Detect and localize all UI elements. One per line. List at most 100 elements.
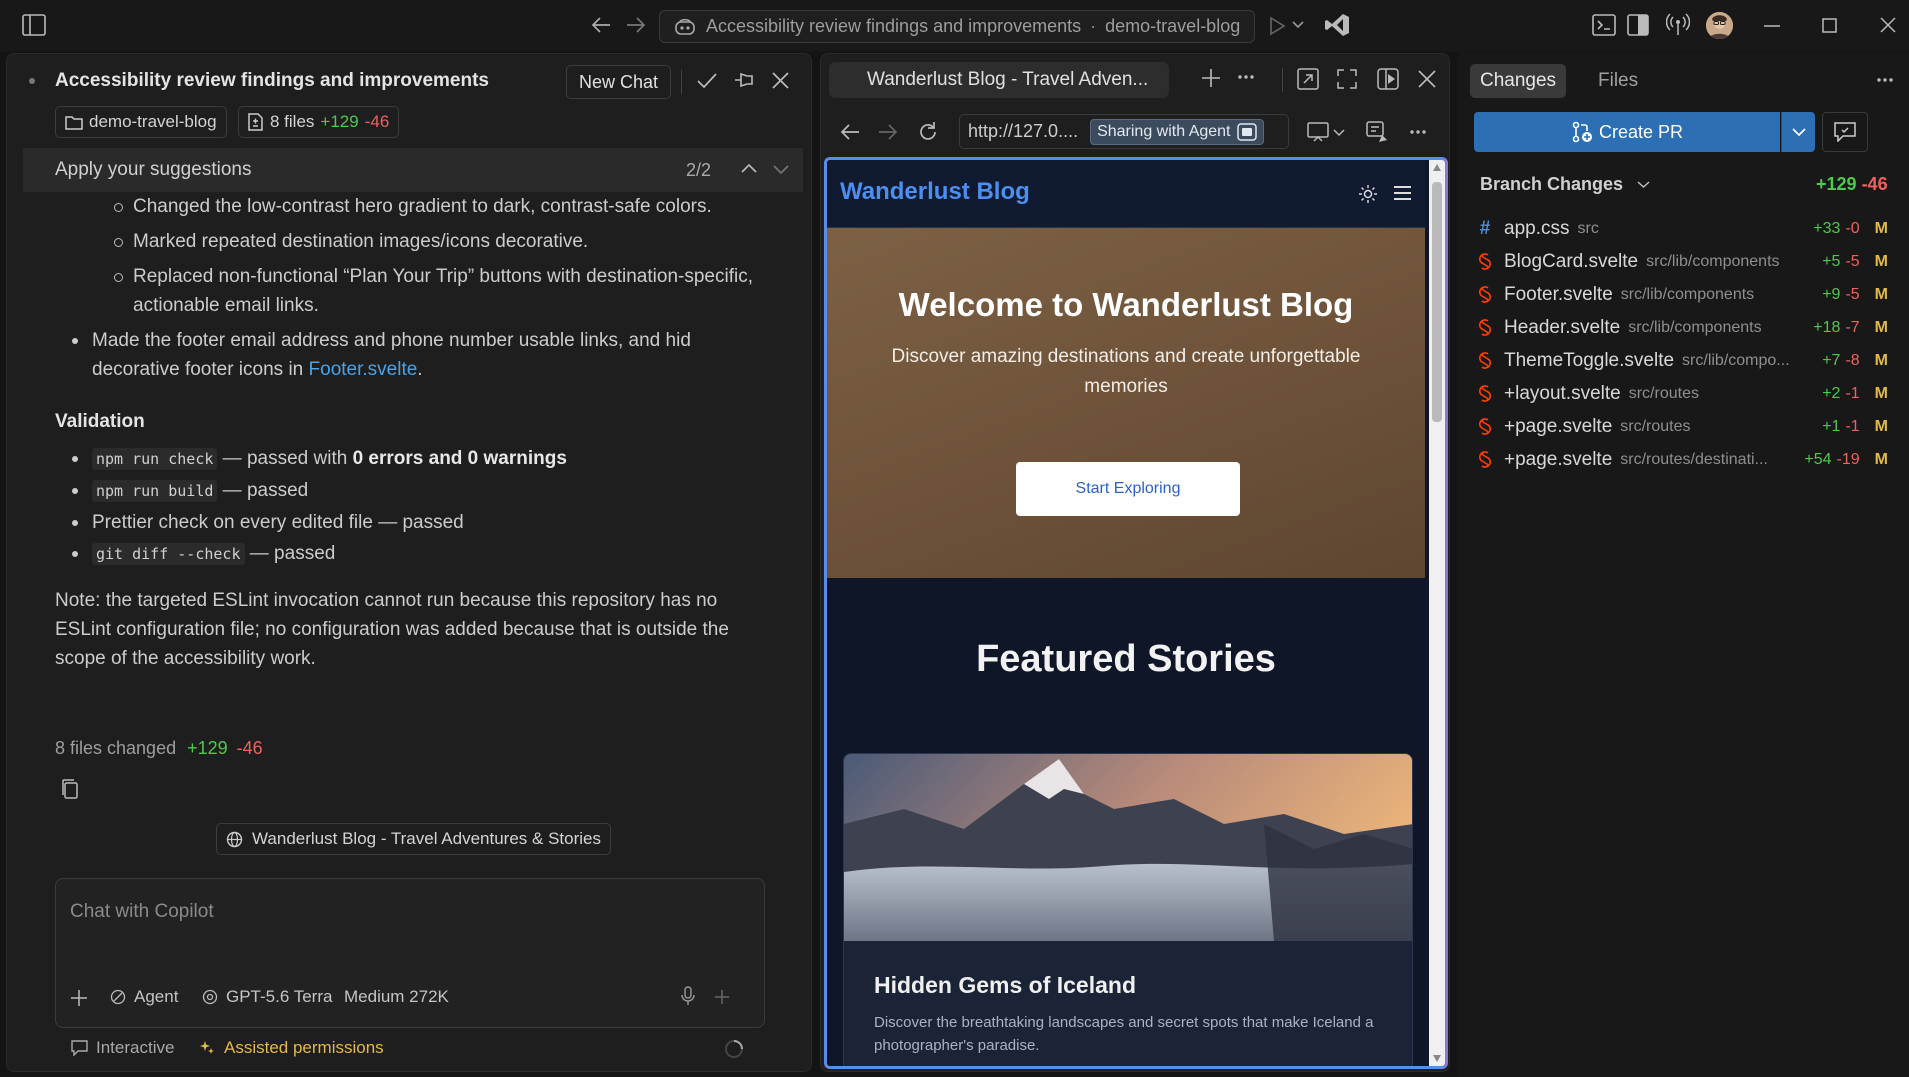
new-chat-button[interactable]: New Chat (566, 65, 672, 99)
start-exploring-button[interactable]: Start Exploring (1016, 462, 1240, 516)
changed-file-row[interactable]: Footer.svelte src/lib/components +9 -5 M (1478, 278, 1888, 311)
scroll-down-icon[interactable] (1433, 1055, 1441, 1062)
footer-svelte-link[interactable]: Footer.svelte (309, 359, 418, 380)
tab-more-icon[interactable] (1237, 74, 1255, 80)
share-screen-icon (1236, 122, 1257, 141)
forward-arrow-icon[interactable] (625, 15, 647, 35)
changed-file-row[interactable]: +page.svelte src/routes +1 -1 M (1478, 410, 1888, 443)
featured-stories-section: Featured Stories Hidden Gems of Iceland … (827, 578, 1425, 1066)
files-chip[interactable]: 8 files +129 -46 (238, 106, 400, 138)
create-pr-label: Create PR (1598, 121, 1684, 142)
files-chip-added: +129 (320, 112, 359, 131)
close-chat-icon[interactable] (771, 71, 790, 90)
web-viewport[interactable]: Wanderlust Blog Welcome to Wanderlust Bl… (824, 157, 1448, 1069)
copy-icon[interactable] (61, 778, 79, 800)
sparkle-icon (200, 1040, 216, 1056)
branch-changes-header[interactable]: Branch Changes (1480, 174, 1650, 195)
side-panel-icon[interactable] (1377, 68, 1399, 90)
modified-badge: M (1874, 351, 1888, 369)
chevron-up-icon[interactable] (741, 163, 757, 174)
context-size[interactable]: Medium 272K (344, 987, 449, 1007)
permissions-mode[interactable]: Assisted permissions (200, 1038, 384, 1058)
interactive-mode[interactable]: Interactive (71, 1038, 174, 1058)
command-center-separator: · (1090, 16, 1097, 36)
scroll-up-icon[interactable] (1433, 164, 1441, 171)
agent-icon (110, 989, 126, 1005)
chat-input-box[interactable]: Chat with Copilot Agent GPT-5.6 Terra Me… (55, 878, 765, 1028)
changed-file-row[interactable]: ThemeToggle.svelte src/lib/compo... +7 -8… (1478, 344, 1888, 377)
vscode-icon[interactable] (1324, 12, 1350, 38)
close-browser-icon[interactable] (1418, 70, 1436, 88)
page-reference-chip[interactable]: Wanderlust Blog - Travel Adventures & St… (216, 823, 611, 855)
sharing-with-agent-badge[interactable]: Sharing with Agent (1090, 118, 1264, 145)
assistant-message: Changed the low-contrast hero gradient t… (55, 192, 775, 673)
svelte-icon (1478, 286, 1492, 303)
devtools-icon[interactable] (1366, 121, 1388, 143)
reload-icon[interactable] (917, 121, 939, 143)
new-tab-icon[interactable] (1201, 68, 1221, 88)
terminal-icon[interactable] (1592, 14, 1616, 36)
scrollbar[interactable] (1429, 160, 1445, 1066)
hamburger-menu-icon[interactable] (1393, 185, 1412, 201)
review-comments-button[interactable] (1822, 112, 1868, 152)
browser-more-icon[interactable] (1409, 129, 1427, 135)
command-center[interactable]: Accessibility review findings and improv… (659, 10, 1255, 43)
blog-card[interactable]: Hidden Gems of Iceland Discover the brea… (843, 753, 1413, 1066)
scrollbar-thumb[interactable] (1432, 182, 1442, 422)
url-text[interactable]: http://127.0.... (968, 121, 1078, 142)
sun-icon[interactable] (1359, 185, 1377, 203)
toggle-sidebar-icon[interactable] (22, 14, 46, 36)
browser-back-icon[interactable] (839, 122, 861, 142)
browser-forward-icon[interactable] (877, 122, 899, 142)
model-picker[interactable]: GPT-5.6 Terra (202, 987, 332, 1007)
browser-tab[interactable]: Wanderlust Blog - Travel Adven... (829, 62, 1169, 98)
fullscreen-icon[interactable] (1337, 69, 1357, 89)
validation-heading: Validation (55, 411, 145, 432)
avatar[interactable] (1706, 12, 1733, 39)
changed-file-row[interactable]: BlogCard.svelte src/lib/components +5 -5 M (1478, 245, 1888, 278)
list-item: Made the footer email address and phone … (55, 326, 775, 384)
checkmark-icon[interactable] (696, 72, 718, 90)
branch-removed: -46 (1861, 174, 1888, 194)
chevron-down-icon[interactable] (773, 164, 789, 175)
run-icon[interactable] (1268, 16, 1286, 36)
address-bar[interactable]: http://127.0.... Sharing with Agent (959, 114, 1289, 149)
run-options-chevron-icon[interactable] (1292, 20, 1304, 30)
summary-added: +129 (187, 738, 228, 758)
minimize-icon[interactable] (1764, 25, 1780, 27)
screencast-icon[interactable] (1307, 122, 1329, 142)
chat-input[interactable]: Chat with Copilot (70, 901, 214, 923)
site-brand[interactable]: Wanderlust Blog (840, 178, 1030, 206)
repo-chip[interactable]: demo-travel-blog (55, 106, 227, 138)
screencast-chevron-icon[interactable] (1333, 128, 1345, 137)
create-pr-dropdown-button[interactable] (1781, 112, 1815, 152)
changed-file-row[interactable]: Header.svelte src/lib/components +18 -7 M (1478, 311, 1888, 344)
microphone-icon[interactable] (681, 986, 695, 1006)
status-dot (29, 78, 35, 84)
tab-files[interactable]: Files (1588, 64, 1648, 98)
maximize-icon[interactable] (1822, 18, 1837, 33)
changed-file-row[interactable]: +page.svelte src/routes/destinati... +54… (1478, 443, 1888, 476)
panel-more-icon[interactable] (1876, 77, 1894, 83)
send-icon[interactable] (714, 989, 730, 1005)
suggestions-counter: 2/2 (686, 160, 712, 180)
broadcast-icon[interactable] (1666, 13, 1690, 37)
close-window-icon[interactable] (1880, 17, 1896, 33)
card-title[interactable]: Hidden Gems of Iceland (874, 972, 1136, 999)
add-context-icon[interactable] (70, 989, 88, 1007)
tab-changes[interactable]: Changes (1470, 64, 1567, 98)
open-external-icon[interactable] (1297, 68, 1319, 90)
branch-stats: +129 -46 (1816, 174, 1888, 195)
changed-file-row[interactable]: +layout.svelte src/routes +2 -1 M (1478, 377, 1888, 410)
toggle-panel-icon[interactable] (1627, 14, 1649, 36)
changed-file-row[interactable]: # app.css src +33 -0 M (1478, 212, 1888, 245)
pin-icon[interactable] (733, 70, 755, 90)
modified-badge: M (1874, 252, 1888, 270)
back-arrow-icon[interactable] (590, 15, 612, 35)
list-item: npm run check — passed with 0 errors and… (55, 444, 775, 474)
create-pr-button[interactable]: Create PR (1474, 112, 1780, 152)
svelte-icon (1478, 385, 1492, 402)
suggestions-bar[interactable]: Apply your suggestions 2/2 (23, 148, 803, 192)
agent-mode-picker[interactable]: Agent (110, 987, 178, 1007)
modified-badge: M (1874, 417, 1888, 435)
